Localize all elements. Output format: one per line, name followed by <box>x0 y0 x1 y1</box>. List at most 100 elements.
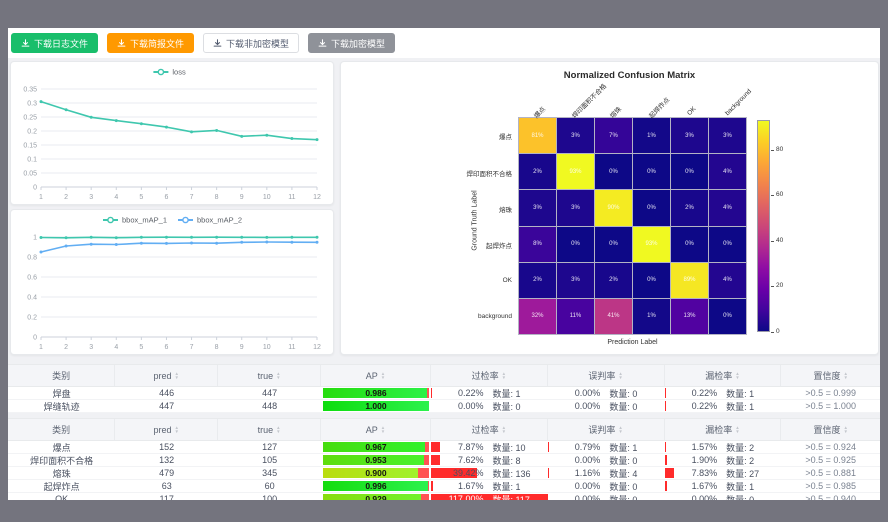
misjudge-rate-cell: 0.00%数量: 0 <box>548 400 665 412</box>
sort-carets-icon[interactable]: ▲▼ <box>276 372 280 380</box>
ap-value: 0.996 <box>323 481 429 491</box>
column-header-过检率[interactable]: 过检率▲▼ <box>431 419 548 440</box>
rate-percent: 0.22% <box>665 388 718 398</box>
bbox_mAP_1-point <box>40 236 43 239</box>
download-log-file-button[interactable]: 下载日志文件 <box>11 33 98 53</box>
rate-values: 1.57%数量: 2 <box>665 441 782 453</box>
matrix-cell: 41% <box>595 299 632 334</box>
y-axis-tick-label: 0.6 <box>27 275 37 282</box>
legend-marker-icon <box>108 217 113 222</box>
column-header-AP[interactable]: AP▲▼ <box>321 365 431 386</box>
column-header-误判率[interactable]: 误判率▲▼ <box>548 419 665 440</box>
x-axis-tick-label: 4 <box>114 194 118 201</box>
column-header-误判率[interactable]: 误判率▲▼ <box>548 365 665 386</box>
overkill-rate-cell: 0.22%数量: 1 <box>431 387 548 399</box>
pred-count-cell: 132 <box>115 454 218 466</box>
column-header-label: true <box>258 425 274 435</box>
window-frame: 下载日志文件下载简报文件下载非加密模型下载加密模型 00.050.10.150.… <box>0 0 888 522</box>
matrix-cell: 3% <box>557 190 594 225</box>
map-chart-card: 00.20.40.60.81123456789101112bbox_mAP_1b… <box>10 209 334 355</box>
column-header-true[interactable]: true▲▼ <box>218 365 321 386</box>
x-axis-tick-label: 6 <box>165 344 169 351</box>
y-axis-tick-label: 0.3 <box>27 101 37 108</box>
bbox_mAP_1-point <box>290 236 293 239</box>
rate-percent: 0.00% <box>548 388 601 398</box>
rate-values: 0.00%数量: 0 <box>665 493 782 500</box>
rate-count: 数量: 0 <box>600 454 661 466</box>
sort-carets-icon[interactable]: ▲▼ <box>735 426 739 434</box>
colorbar-tick <box>771 332 774 333</box>
matrix-cell: 3% <box>557 118 594 153</box>
legend-item-loss[interactable]: loss <box>153 68 186 77</box>
x-axis-tick-label: 5 <box>139 194 143 201</box>
bbox_mAP_2-point <box>90 243 93 246</box>
matrix-cell: 81% <box>519 118 556 153</box>
rate-count: 数量: 8 <box>483 454 544 466</box>
matrix-cell: 0% <box>595 154 632 189</box>
overkill-rate-cell: 7.87%数量: 10 <box>431 441 548 453</box>
sort-carets-icon[interactable]: ▲▼ <box>735 372 739 380</box>
loss-point <box>290 137 293 140</box>
bbox_mAP_1-point <box>215 236 218 239</box>
class-name-cell: 熔珠 <box>8 467 115 479</box>
column-header-label: 过检率 <box>472 423 499 436</box>
misjudge-rate-cell: 1.16%数量: 4 <box>548 467 665 479</box>
sort-carets-icon[interactable]: ▲▼ <box>381 372 385 380</box>
download-unencrypted-model-button[interactable]: 下载非加密模型 <box>203 33 299 53</box>
sort-carets-icon[interactable]: ▲▼ <box>276 426 280 434</box>
x-axis-tick-label: 1 <box>39 194 43 201</box>
column-header-置信度[interactable]: 置信度▲▼ <box>781 365 880 386</box>
class-name-cell: 焊盘 <box>8 387 115 399</box>
confidence-cell: >0.5 = 0.985 <box>781 480 880 492</box>
sort-carets-icon[interactable]: ▲▼ <box>502 372 506 380</box>
y-axis-tick-label: 0.15 <box>23 143 37 150</box>
ap-bar-track: 0.929 <box>323 494 429 500</box>
legend-item-bbox_mAP_2[interactable]: bbox_mAP_2 <box>178 216 242 225</box>
misjudge-rate-cell: 0.00%数量: 0 <box>548 454 665 466</box>
sort-carets-icon[interactable]: ▲▼ <box>502 426 506 434</box>
rate-percent: 0.79% <box>548 442 601 452</box>
column-header-漏检率[interactable]: 漏检率▲▼ <box>665 365 782 386</box>
y-axis-tick-label: 0.8 <box>27 255 37 262</box>
download-icon <box>213 39 222 48</box>
download-report-file-button[interactable]: 下载简报文件 <box>107 33 194 53</box>
colorbar-tick-label: 20 <box>776 282 783 289</box>
overkill-rate-cell: 117.00%数量: 117 <box>431 493 548 500</box>
miss-rate-cell: 0.22%数量: 1 <box>665 387 782 399</box>
y-axis-tick-label: 0.1 <box>27 157 37 164</box>
download-encrypted-model-button[interactable]: 下载加密模型 <box>308 33 395 53</box>
rate-count: 数量: 1 <box>483 480 544 492</box>
sort-carets-icon[interactable]: ▲▼ <box>174 372 178 380</box>
rate-count: 数量: 2 <box>717 441 778 453</box>
column-header-true[interactable]: true▲▼ <box>218 419 321 440</box>
sort-carets-icon[interactable]: ▲▼ <box>843 426 847 434</box>
sort-carets-icon[interactable]: ▲▼ <box>174 426 178 434</box>
rate-values: 7.62%数量: 8 <box>431 454 548 466</box>
column-header-AP[interactable]: AP▲▼ <box>321 419 431 440</box>
sort-carets-icon[interactable]: ▲▼ <box>381 426 385 434</box>
rate-count: 数量: 10 <box>483 441 544 453</box>
column-header-置信度[interactable]: 置信度▲▼ <box>781 419 880 440</box>
rate-percent: 0.00% <box>548 401 601 411</box>
matrix-cell: 7% <box>595 118 632 153</box>
bbox_mAP_1-point <box>165 236 168 239</box>
true-count-cell: 105 <box>218 454 321 466</box>
class-name-cell: 焊印面积不合格 <box>8 454 115 466</box>
sort-carets-icon[interactable]: ▲▼ <box>843 372 847 380</box>
dashboard-app: 下载日志文件下载简报文件下载非加密模型下载加密模型 00.050.10.150.… <box>8 28 880 500</box>
column-header-pred[interactable]: pred▲▼ <box>115 365 218 386</box>
sort-carets-icon[interactable]: ▲▼ <box>618 426 622 434</box>
column-header-漏检率[interactable]: 漏检率▲▼ <box>665 419 782 440</box>
table-header-row: 类别 pred▲▼true▲▼AP▲▼过检率▲▼误判率▲▼漏检率▲▼置信度▲▼ <box>8 364 880 387</box>
bbox_mAP_2-point <box>215 242 218 245</box>
column-header-过检率[interactable]: 过检率▲▼ <box>431 365 548 386</box>
x-axis-tick-label: 10 <box>263 344 271 351</box>
rate-count: 数量: 1 <box>717 387 778 399</box>
column-header-label: 类别 <box>52 369 70 382</box>
column-header-pred[interactable]: pred▲▼ <box>115 419 218 440</box>
legend-marker-icon <box>183 217 188 222</box>
sort-carets-icon[interactable]: ▲▼ <box>618 372 622 380</box>
matrix-cell: 93% <box>557 154 594 189</box>
column-header-label: 误判率 <box>588 423 615 436</box>
legend-item-bbox_mAP_1[interactable]: bbox_mAP_1 <box>103 216 167 225</box>
